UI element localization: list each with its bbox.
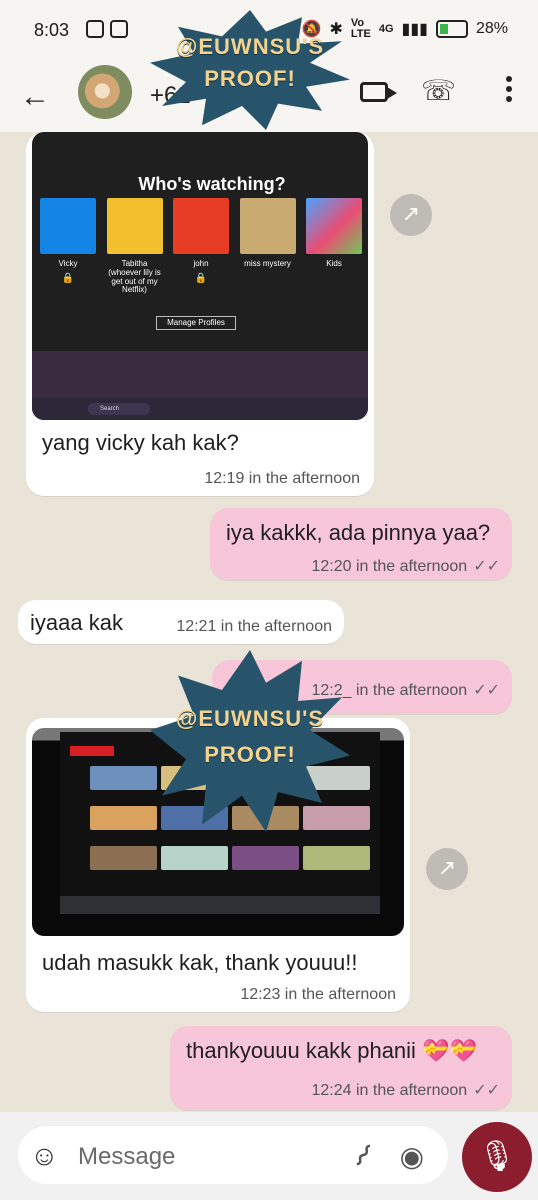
- signal-icon: ▮▮▮: [401, 21, 428, 38]
- profile-avatar-icon: [173, 198, 229, 254]
- battery-icon: [435, 20, 468, 38]
- share-icon[interactable]: ↗: [426, 848, 468, 890]
- message-time: 12:21 in the afternoon: [176, 618, 332, 635]
- message-text: iya kakkk, ada pinnya yaa?: [226, 520, 491, 545]
- profile-name: Vicky: [58, 259, 78, 268]
- profile-name: Kids: [326, 259, 342, 268]
- lock-icon: 🔒: [194, 272, 208, 284]
- watermark-line1: @EUWNSU'S: [175, 706, 325, 731]
- camera-icon[interactable]: ◉: [400, 1140, 424, 1173]
- profile-card: Tabitha (whoever lily is get out of my N…: [106, 198, 163, 295]
- back-icon[interactable]: ←: [20, 80, 50, 114]
- watermark-middle: @EUWNSU'S PROOF!: [150, 650, 350, 832]
- message-time: 12:19 in the afternoon: [204, 470, 360, 487]
- notification-icon: [86, 20, 104, 38]
- status-time: 8:03: [34, 20, 70, 40]
- profile-card: Kids: [306, 198, 362, 295]
- netflix-row: [90, 846, 370, 870]
- check-icon: ✓✓: [473, 558, 500, 575]
- phone-icon[interactable]: ☏: [421, 74, 456, 107]
- profile-name: miss mystery: [244, 259, 291, 268]
- attach-icon[interactable]: ⌇: [347, 1138, 379, 1175]
- netflix-profiles: Vicky 🔒 Tabitha (whoever lily is get out…: [40, 198, 362, 295]
- menu-icon[interactable]: [506, 76, 512, 104]
- profile-name: john: [193, 259, 209, 268]
- message-text: udah masukk kak, thank youuu!!: [42, 950, 358, 975]
- message-bubble-incoming: iyaaa kak 12:21 in the afternoon: [18, 600, 344, 644]
- message-text: yang vicky kah kak?: [42, 430, 239, 455]
- share-icon[interactable]: ↗: [390, 194, 432, 236]
- chat-area: Who's watching? Vicky 🔒 Tabitha (whoever…: [0, 10, 538, 1112]
- profile-card: john 🔒: [173, 198, 229, 295]
- check-icon: ✓✓: [473, 1082, 500, 1099]
- message-time: 12:23 in the afternoon: [240, 986, 396, 1003]
- watermark-line1: @EUWNSU'S: [175, 34, 325, 59]
- network-type: 4G: [378, 22, 394, 35]
- watermark-star-icon: [150, 650, 350, 832]
- watermark-top: @EUWNSU'S PROOF!: [150, 10, 350, 130]
- status-notification-icons: [86, 20, 128, 38]
- video-icon[interactable]: [360, 82, 397, 102]
- battery-percent: 28%: [475, 20, 508, 37]
- netflix-profile-photo[interactable]: Who's watching? Vicky 🔒 Tabitha (whoever…: [32, 132, 368, 420]
- message-bubble-outgoing: iya kakkk, ada pinnya yaa? 12:20 in the …: [210, 508, 512, 580]
- windows-taskbar: Search: [32, 398, 368, 420]
- message-input-box[interactable]: ☺ Message ⌇ ◉: [18, 1126, 448, 1184]
- watermark-line2: PROOF!: [204, 742, 296, 767]
- message-bubble-outgoing: thankyouuu kakk phanii 💝💝 12:24 in the a…: [170, 1026, 512, 1110]
- message-bubble-image: Who's watching? Vicky 🔒 Tabitha (whoever…: [26, 132, 374, 496]
- message-input-bar: ☺ Message ⌇ ◉ 🎙: [0, 1112, 538, 1200]
- profile-card: miss mystery: [239, 198, 296, 295]
- profile-avatar-icon: [239, 198, 296, 254]
- watermark-line2: PROOF!: [204, 66, 296, 91]
- profile-avatar-icon: [306, 198, 362, 254]
- message-text: thankyouuu kakk phanii 💝💝: [186, 1038, 477, 1063]
- netflix-title: Who's watching?: [138, 174, 286, 194]
- check-icon: ✓✓: [473, 682, 500, 699]
- message-input-placeholder[interactable]: Message: [78, 1143, 175, 1171]
- profile-card: Vicky 🔒: [40, 198, 96, 295]
- profile-avatar-icon: [40, 198, 96, 254]
- lock-icon: 🔒: [61, 272, 75, 284]
- emoji-icon[interactable]: ☺: [30, 1140, 59, 1172]
- data-saver-icon: [110, 20, 128, 38]
- message-time: 12:24 in the afternoon ✓✓: [311, 1082, 501, 1099]
- profile-avatar-icon: [106, 198, 163, 254]
- contact-avatar[interactable]: [78, 65, 132, 119]
- manage-profiles-button: Manage Profiles: [156, 316, 236, 330]
- taskbar-search: Search: [88, 403, 150, 415]
- message-time: 12:20 in the afternoon ✓✓: [311, 558, 501, 575]
- profile-detail: (whoever lily is get out of my Netflix): [108, 267, 161, 295]
- volte-icon: Vo LTE: [350, 17, 371, 40]
- mic-icon[interactable]: 🎙: [462, 1122, 532, 1192]
- message-text: iyaaa kak: [30, 610, 123, 635]
